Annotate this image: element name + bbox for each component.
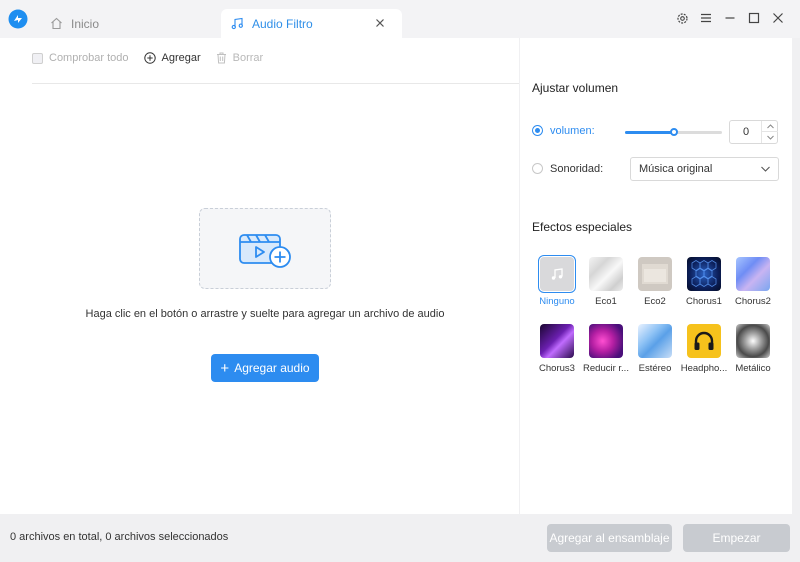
effect-chorus1[interactable]: Chorus1 <box>678 257 730 307</box>
delete-button[interactable]: Borrar <box>216 52 264 64</box>
maximize-icon <box>748 12 760 24</box>
volume-slider-fill <box>625 131 674 134</box>
volume-value[interactable]: 0 <box>730 121 762 143</box>
effect-label: Chorus2 <box>735 296 771 307</box>
home-icon <box>51 17 62 30</box>
trash-icon <box>216 52 226 64</box>
volume-slider-thumb[interactable] <box>669 128 678 136</box>
effect-label: Eco1 <box>595 296 617 307</box>
tab-home-label: Inicio <box>71 16 100 31</box>
window-controls <box>674 10 786 26</box>
effect-chorus2[interactable]: Chorus2 <box>727 257 779 307</box>
effect-label: Ninguno <box>539 296 575 307</box>
app-logo <box>8 9 28 29</box>
headphones-icon <box>694 331 714 350</box>
file-list-panel: Comprobar todo Agregar Borrar Haga clic … <box>0 38 519 514</box>
add-to-assembly-button[interactable]: Agregar al ensamblaje <box>547 524 672 552</box>
effect-headphones-thumb <box>687 324 721 358</box>
effect-echo2-thumb <box>638 257 672 291</box>
loudness-radio[interactable] <box>532 163 543 174</box>
volume-increment-button[interactable] <box>762 121 778 132</box>
chevron-down-icon <box>766 135 774 140</box>
effect-label: Estéreo <box>638 363 672 374</box>
volume-decrement-button[interactable] <box>762 132 778 143</box>
effects-section-title: Efectos especiales <box>532 220 633 234</box>
effect-label: Reducir r... <box>583 363 629 374</box>
effect-label: Chorus1 <box>686 296 722 307</box>
add-label: Agregar <box>161 52 201 64</box>
menu-button[interactable] <box>698 10 714 26</box>
close-icon <box>773 13 783 23</box>
loudness-label: Sonoridad: <box>550 163 604 175</box>
effect-echo1[interactable]: Eco1 <box>580 257 632 307</box>
plus-icon: + <box>220 359 230 377</box>
status-text: 0 archivos en total, 0 archivos seleccio… <box>10 531 229 543</box>
add-video-audio-icon <box>239 233 291 268</box>
effect-stereo[interactable]: Estéreo <box>629 324 681 374</box>
volume-spin <box>761 121 778 143</box>
effect-headphones[interactable]: Headpho... <box>678 324 730 374</box>
effect-noise-reduction[interactable]: Reducir r... <box>580 324 632 374</box>
volume-label: volumen: <box>550 125 595 137</box>
echo2-frame <box>642 264 668 284</box>
effect-label: Headpho... <box>680 363 728 374</box>
minimize-icon <box>725 17 735 19</box>
check-all-button[interactable]: Comprobar todo <box>32 52 129 64</box>
effect-chorus3[interactable]: Chorus3 <box>531 324 583 374</box>
drop-zone[interactable] <box>199 208 331 289</box>
check-all-checkbox[interactable] <box>32 52 43 64</box>
close-tab-icon[interactable] <box>374 17 386 29</box>
volume-stepper[interactable]: 0 <box>729 120 778 144</box>
chevron-up-icon <box>766 123 774 128</box>
chevron-down-icon <box>761 166 770 172</box>
tab-audio-filter[interactable]: Audio Filtro <box>221 9 402 38</box>
delete-label: Borrar <box>232 52 264 64</box>
title-bar: Inicio Audio Filtro <box>0 0 800 38</box>
add-button[interactable]: Agregar <box>143 52 201 64</box>
add-circle-icon <box>143 52 156 64</box>
settings-button[interactable] <box>674 10 690 26</box>
settings-panel: Ajustar volumen volumen: 0 Sonoridad: Mú… <box>520 38 792 514</box>
effect-none[interactable]: Ninguno <box>531 255 583 307</box>
effect-echo2[interactable]: Eco2 <box>629 257 681 307</box>
effect-chorus3-thumb <box>540 324 574 358</box>
loudness-select-value: Música original <box>639 163 713 175</box>
file-toolbar: Comprobar todo Agregar Borrar <box>32 52 519 84</box>
music-note-icon <box>551 268 563 280</box>
add-audio-button[interactable]: + Agregar audio <box>211 354 319 382</box>
minimize-button[interactable] <box>722 10 738 26</box>
start-button[interactable]: Empezar <box>683 524 790 552</box>
effect-echo1-thumb <box>589 257 623 291</box>
effect-metallic-thumb <box>736 324 770 358</box>
tab-home[interactable]: Inicio <box>44 9 214 38</box>
effect-label: Eco2 <box>644 296 666 307</box>
loudness-select[interactable]: Música original <box>630 157 779 181</box>
add-audio-label: Agregar audio <box>234 361 310 375</box>
effect-none-thumb <box>538 255 576 293</box>
volume-radio[interactable] <box>532 125 543 136</box>
effect-chorus1-thumb <box>687 257 721 291</box>
check-all-label: Comprobar todo <box>49 52 129 64</box>
music-note-icon <box>231 17 243 30</box>
tab-audio-filter-label: Audio Filtro <box>252 16 313 31</box>
maximize-button[interactable] <box>746 10 762 26</box>
close-window-button[interactable] <box>770 10 786 26</box>
effect-metallic[interactable]: Metálico <box>727 324 779 374</box>
volume-slider[interactable] <box>625 128 722 136</box>
hexagon-pattern <box>691 260 717 287</box>
effect-label: Metálico <box>735 363 771 374</box>
effect-label: Chorus3 <box>539 363 575 374</box>
gear-icon <box>676 12 688 24</box>
effect-noise-reduction-thumb <box>589 324 623 358</box>
hamburger-menu-icon <box>701 13 711 23</box>
drop-hint-text: Haga clic en el botón o arrastre y suelt… <box>85 308 445 320</box>
effect-chorus2-thumb <box>736 257 770 291</box>
volume-section-title: Ajustar volumen <box>532 81 619 95</box>
effect-stereo-thumb <box>638 324 672 358</box>
